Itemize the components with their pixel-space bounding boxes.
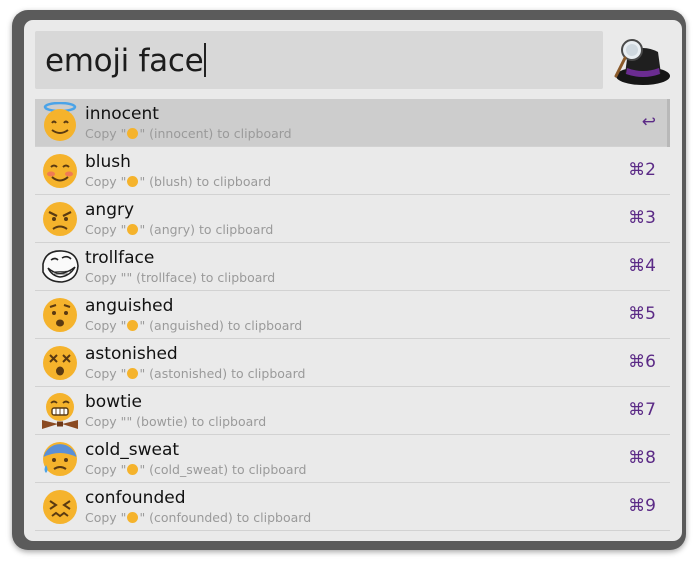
mini-emoji-icon bbox=[127, 464, 139, 475]
shortcut-key: ⌘9 bbox=[628, 496, 656, 516]
result-title: confounded bbox=[85, 488, 186, 508]
result-title: innocent bbox=[85, 104, 159, 124]
result-row-anguished[interactable]: anguished Copy " " (anguished) to clipboa… bbox=[35, 291, 670, 339]
mini-emoji-icon bbox=[127, 320, 139, 331]
subtitle-suffix: " (angry) to clipboard bbox=[139, 222, 274, 237]
bowtie-face-icon bbox=[42, 393, 78, 429]
result-subtitle: Copy " " (innocent) to clipboard bbox=[85, 126, 292, 141]
result-row-innocent[interactable]: innocent Copy " " (innocent) to clipboard… bbox=[35, 99, 670, 147]
text-caret bbox=[204, 43, 206, 77]
shortcut-key: ⌘3 bbox=[628, 208, 656, 228]
result-row-confounded[interactable]: confounded Copy " " (confounded) to clipb… bbox=[35, 483, 670, 531]
mini-emoji-icon bbox=[127, 224, 139, 235]
innocent-face-icon bbox=[43, 102, 77, 141]
astonished-face-icon bbox=[43, 346, 77, 380]
result-row-cold-sweat[interactable]: cold_sweat Copy " " (cold_sweat) to clipb… bbox=[35, 435, 670, 483]
mini-emoji-icon bbox=[127, 368, 139, 379]
alfred-hat-icon bbox=[614, 39, 670, 85]
result-title: angry bbox=[85, 200, 135, 220]
shortcut-key: ⌘4 bbox=[628, 256, 656, 276]
subtitle-prefix: Copy " bbox=[85, 174, 127, 189]
result-row-angry[interactable]: angry Copy " " (angry) to clipboard ⌘3 bbox=[35, 195, 670, 243]
mini-emoji-icon bbox=[127, 128, 139, 139]
result-subtitle: Copy " " (anguished) to clipboard bbox=[85, 318, 302, 333]
results-list: innocent Copy " " (innocent) to clipboard… bbox=[35, 99, 670, 531]
search-field[interactable]: emoji face bbox=[35, 31, 603, 89]
subtitle-suffix: " (astonished) to clipboard bbox=[139, 366, 306, 381]
shortcut-key: ⌘6 bbox=[628, 352, 656, 372]
result-row-bowtie[interactable]: bowtie Copy "" (bowtie) to clipboard ⌘7 bbox=[35, 387, 670, 435]
mini-emoji-icon bbox=[127, 176, 139, 187]
mini-emoji-icon bbox=[127, 512, 139, 523]
result-title: anguished bbox=[85, 296, 174, 316]
result-row-trollface[interactable]: trollface Copy "" (trollface) to clipboa… bbox=[35, 243, 670, 291]
confounded-face-icon bbox=[43, 490, 77, 524]
subtitle-suffix: " (blush) to clipboard bbox=[139, 174, 272, 189]
subtitle-suffix: " (innocent) to clipboard bbox=[139, 126, 292, 141]
result-subtitle: Copy " " (angry) to clipboard bbox=[85, 222, 273, 237]
subtitle-prefix: Copy " bbox=[85, 318, 127, 333]
shortcut-key: ⌘7 bbox=[628, 400, 656, 420]
subtitle-suffix: " (confounded) to clipboard bbox=[139, 510, 312, 525]
subtitle-prefix: Copy " bbox=[85, 222, 127, 237]
search-input[interactable]: emoji face bbox=[45, 41, 206, 81]
cold-sweat-face-icon bbox=[43, 442, 77, 476]
result-row-astonished[interactable]: astonished Copy " " (astonished) to clipb… bbox=[35, 339, 670, 387]
subtitle-suffix: " (cold_sweat) to clipboard bbox=[139, 462, 307, 477]
result-title: blush bbox=[85, 152, 131, 172]
blush-face-icon bbox=[43, 154, 77, 188]
result-subtitle: Copy " " (confounded) to clipboard bbox=[85, 510, 311, 525]
shortcut-key: ⌘5 bbox=[628, 304, 656, 324]
angry-face-icon bbox=[43, 202, 77, 236]
result-subtitle: Copy " " (cold_sweat) to clipboard bbox=[85, 462, 306, 477]
result-subtitle: Copy " " (astonished) to clipboard bbox=[85, 366, 305, 381]
result-subtitle: Copy "" (bowtie) to clipboard bbox=[85, 414, 266, 429]
trollface-icon bbox=[42, 250, 79, 283]
shortcut-key: ⌘8 bbox=[628, 448, 656, 468]
return-shortcut: ↩ bbox=[641, 112, 656, 132]
subtitle-prefix: Copy " bbox=[85, 366, 127, 381]
result-title: bowtie bbox=[85, 392, 142, 412]
result-row-blush[interactable]: blush Copy " " (blush) to clipboard ⌘2 bbox=[35, 147, 670, 195]
result-title: trollface bbox=[85, 248, 155, 268]
result-subtitle: Copy "" (trollface) to clipboard bbox=[85, 270, 275, 285]
subtitle-prefix: Copy " bbox=[85, 510, 127, 525]
launcher-panel: emoji face innocent Copy " " (innocent) t… bbox=[24, 20, 682, 541]
result-title: astonished bbox=[85, 344, 178, 364]
result-title: cold_sweat bbox=[85, 440, 180, 460]
result-subtitle: Copy " " (blush) to clipboard bbox=[85, 174, 271, 189]
subtitle-suffix: " (anguished) to clipboard bbox=[139, 318, 303, 333]
scrollbar-thumb[interactable] bbox=[667, 99, 670, 147]
search-query[interactable]: emoji face bbox=[45, 43, 204, 79]
shortcut-key: ⌘2 bbox=[628, 160, 656, 180]
subtitle-suffix: " (bowtie) to clipboard bbox=[126, 414, 267, 429]
subtitle-prefix: Copy " bbox=[85, 270, 127, 285]
subtitle-prefix: Copy " bbox=[85, 126, 127, 141]
anguished-face-icon bbox=[43, 298, 77, 332]
subtitle-prefix: Copy " bbox=[85, 414, 127, 429]
subtitle-prefix: Copy " bbox=[85, 462, 127, 477]
subtitle-suffix: " (trollface) to clipboard bbox=[126, 270, 276, 285]
